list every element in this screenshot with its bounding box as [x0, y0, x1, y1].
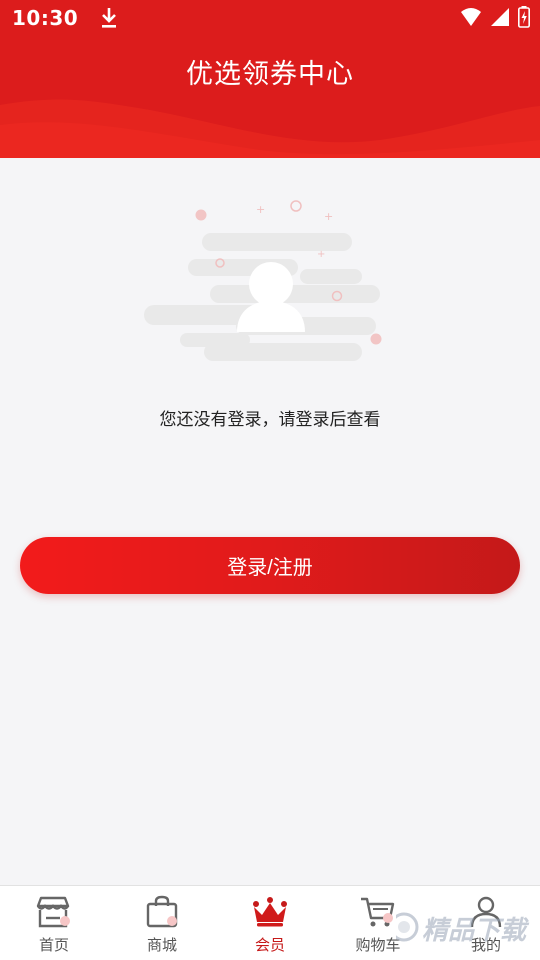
- svg-text:+: +: [317, 249, 325, 260]
- tab-mall-label: 商城: [146, 936, 177, 954]
- watermark-text: 精品下载: [422, 916, 530, 946]
- tab-mall[interactable]: 商城: [108, 886, 216, 960]
- page-title: 优选领券中心: [186, 59, 354, 90]
- battery-icon: [518, 6, 530, 32]
- cart-icon: [358, 894, 398, 930]
- tab-member[interactable]: 会员: [216, 886, 324, 960]
- tab-home-label: 首页: [38, 936, 69, 954]
- tab-member-label: 会员: [254, 936, 285, 954]
- login-register-button[interactable]: 登录/注册: [20, 537, 520, 594]
- status-bar: 10:30: [0, 0, 540, 36]
- crown-icon: [250, 894, 290, 930]
- status-time: 10:30: [12, 6, 79, 30]
- signal-icon: [490, 7, 510, 31]
- download-icon: [100, 7, 118, 29]
- store-icon: [34, 894, 74, 930]
- wifi-icon: [460, 7, 482, 31]
- svg-text:+: +: [324, 210, 333, 223]
- empty-state-message: 您还没有登录，请登录后查看: [159, 410, 381, 430]
- header: 10:30 优选领券中心: [0, 0, 540, 158]
- svg-text:+: +: [256, 203, 265, 216]
- watermark-logo: 精品下载: [389, 897, 536, 955]
- empty-user-illustration: + + +: [140, 195, 390, 375]
- shopping-bag-icon: [142, 894, 182, 930]
- tab-home[interactable]: 首页: [0, 886, 108, 960]
- tab-cart-label: 购物车: [355, 936, 401, 954]
